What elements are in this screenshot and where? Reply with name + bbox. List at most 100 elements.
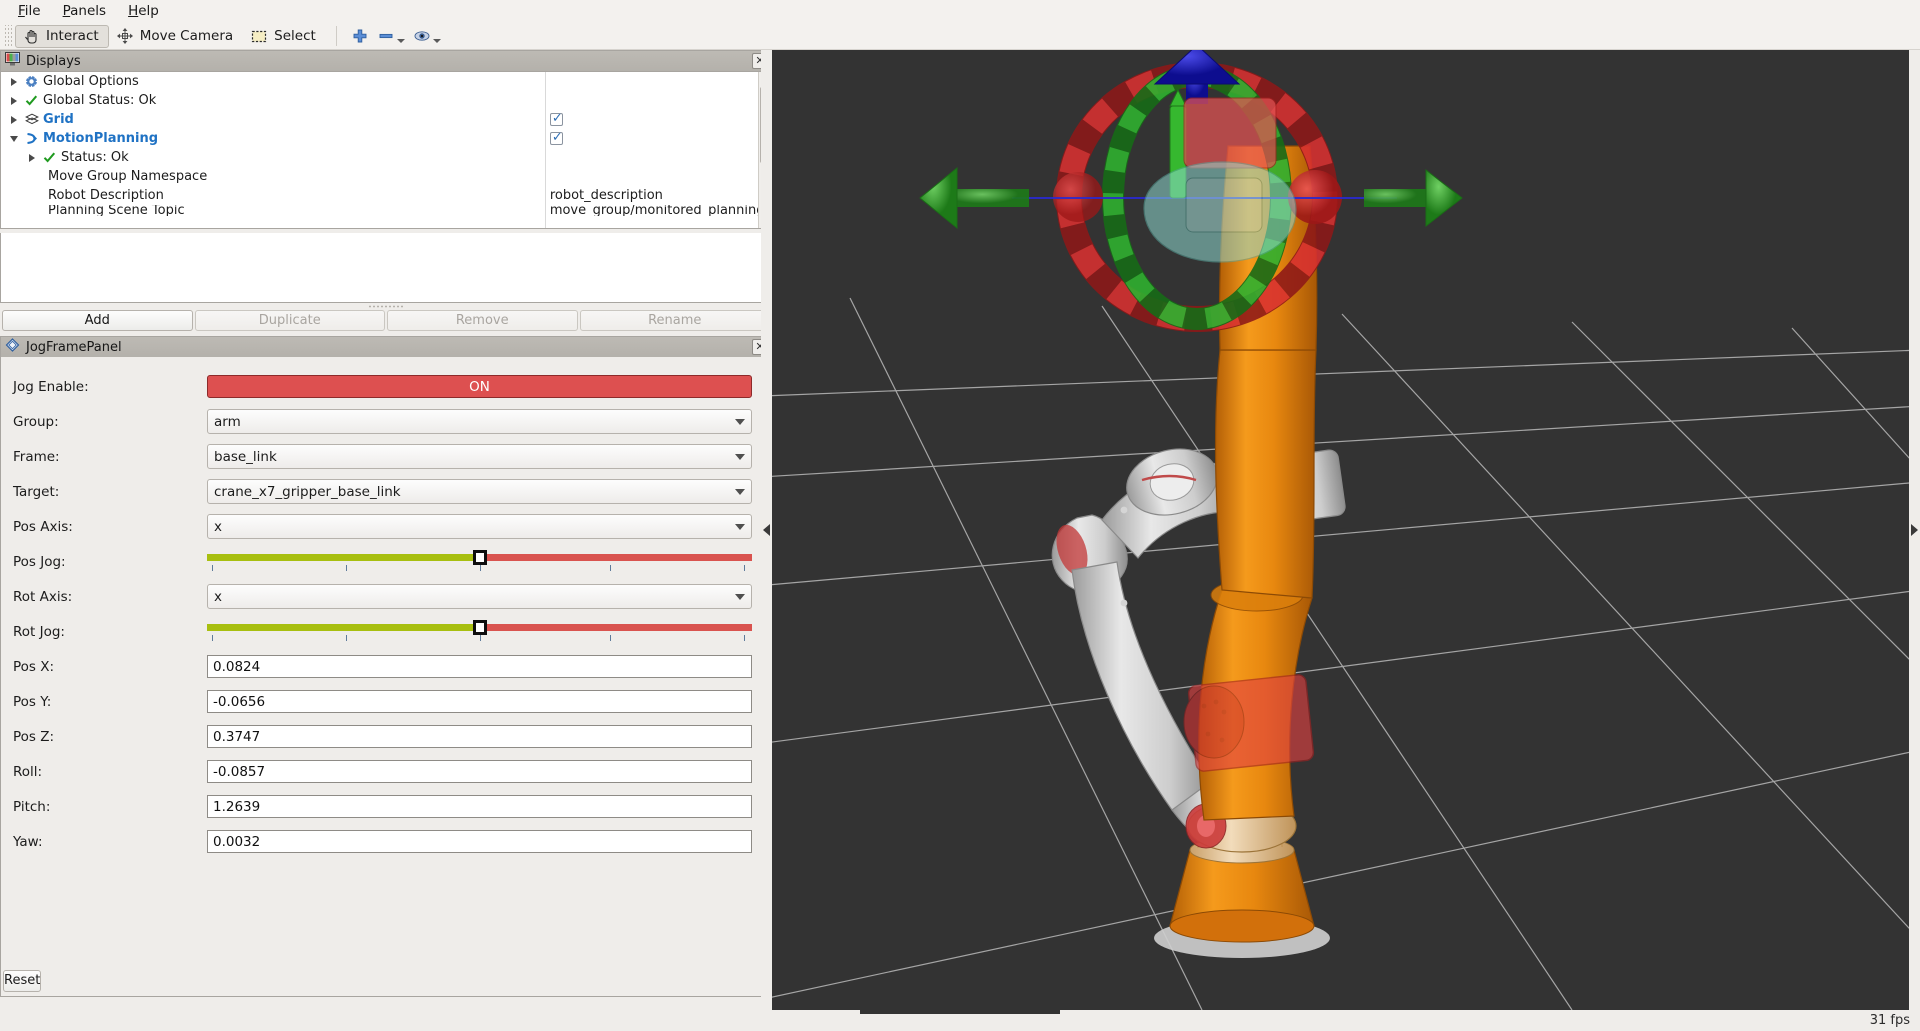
displays-splitter-handle[interactable] xyxy=(0,303,772,310)
expander-right-icon[interactable] xyxy=(23,153,41,162)
property-editor-area[interactable] xyxy=(0,233,772,303)
fps-counter: 31 fps xyxy=(1869,1013,1910,1028)
menu-help[interactable]: Help xyxy=(118,1,169,22)
3d-viewport[interactable] xyxy=(772,50,1920,1010)
displays-tree-values-column: robot_description move_group/monitored_p… xyxy=(546,72,771,228)
rename-display-button[interactable]: Rename xyxy=(579,310,770,331)
tree-row[interactable]: Robot Description xyxy=(1,186,545,205)
add-tool-button[interactable] xyxy=(347,25,373,47)
menu-file[interactable]: File xyxy=(8,1,51,22)
group-select-value: arm xyxy=(214,413,241,430)
tree-row-label: Status: Ok xyxy=(61,150,129,165)
remove-tool-chevron-down-icon[interactable] xyxy=(396,39,405,43)
field-row-pos-x: Pos X: 0.0824 xyxy=(9,649,763,684)
tree-row[interactable]: Planning Scene Topic xyxy=(1,205,545,216)
tree-row-value xyxy=(546,110,771,129)
robot-description-value: robot_description xyxy=(549,188,663,203)
pos-y-input[interactable]: -0.0656 xyxy=(207,690,752,713)
jogframe-panel-title: JogFramePanel xyxy=(26,339,122,355)
expander-right-icon[interactable] xyxy=(5,77,23,86)
left-dock: Displays ✕ Global Options Global Status:… xyxy=(0,50,772,1031)
main-toolbar: Interact Move Camera Select xyxy=(0,23,1920,50)
view-tool-chevron-down-icon[interactable] xyxy=(432,39,441,43)
tree-row[interactable]: Global Options xyxy=(1,72,545,91)
tool-move-camera-button[interactable]: Move Camera xyxy=(109,25,243,48)
menu-panels-rest: anels xyxy=(70,3,107,19)
pos-y-label: Pos Y: xyxy=(13,693,52,710)
reset-button[interactable]: Reset xyxy=(3,970,41,992)
tree-row-label: Global Status: Ok xyxy=(43,93,157,108)
roll-input[interactable]: -0.0857 xyxy=(207,760,752,783)
remove-display-button[interactable]: Remove xyxy=(387,310,578,331)
duplicate-display-button[interactable]: Duplicate xyxy=(194,310,385,331)
hand-cursor-icon xyxy=(22,27,40,45)
pos-jog-slider-thumb[interactable] xyxy=(472,549,487,565)
displays-tree[interactable]: Global Options Global Status: Ok Grid Mo… xyxy=(0,71,772,229)
toolbar-separator xyxy=(335,26,337,46)
tree-row[interactable]: Global Status: Ok xyxy=(1,91,545,110)
field-row-pos-y: Pos Y: -0.0656 xyxy=(9,684,763,719)
tree-row-value[interactable]: robot_description xyxy=(546,186,771,205)
field-row-yaw: Yaw: 0.0032 xyxy=(9,824,763,859)
right-dock-collapse-button[interactable] xyxy=(1909,50,1920,1010)
grid-enable-checkbox[interactable] xyxy=(549,111,563,126)
rot-jog-slider-thumb[interactable] xyxy=(472,619,487,635)
pos-axis-select[interactable]: x xyxy=(207,514,752,539)
tree-row-value xyxy=(546,148,771,167)
tool-select-button[interactable]: Select xyxy=(243,25,326,48)
displays-button-row: Add Duplicate Remove Rename xyxy=(0,310,772,331)
tree-row[interactable]: Status: Ok xyxy=(1,148,545,167)
tree-row[interactable]: MotionPlanning xyxy=(1,129,545,148)
tree-row-label: Robot Description xyxy=(48,188,164,203)
field-row-pitch: Pitch: 1.2639 xyxy=(9,789,763,824)
pos-jog-track-high xyxy=(479,553,752,561)
eye-icon xyxy=(413,27,431,45)
tree-row[interactable]: Grid xyxy=(1,110,545,129)
jog-enable-toggle-button[interactable]: ON xyxy=(207,375,752,398)
3d-scene xyxy=(772,50,1920,1010)
pos-z-label: Pos Z: xyxy=(13,728,55,745)
left-dock-collapse-button[interactable] xyxy=(761,50,772,1010)
pos-z-input[interactable]: 0.3747 xyxy=(207,725,752,748)
menu-panels[interactable]: Panels xyxy=(53,1,116,22)
tree-row-label: Global Options xyxy=(43,74,139,89)
pos-jog-slider[interactable] xyxy=(207,549,752,575)
gear-icon xyxy=(23,75,40,88)
view-tool-button[interactable] xyxy=(409,25,445,47)
jogframe-panel: JogFramePanel ✕ Jog Enable: ON Group: ar… xyxy=(0,336,772,997)
group-label: Group: xyxy=(13,413,59,430)
field-row-pos-axis: Pos Axis: x xyxy=(9,509,763,544)
expander-right-icon[interactable] xyxy=(5,96,23,105)
group-select[interactable]: arm xyxy=(207,409,752,434)
minus-icon xyxy=(377,27,395,45)
pos-x-label: Pos X: xyxy=(13,658,55,675)
pos-x-input[interactable]: 0.0824 xyxy=(207,655,752,678)
field-row-rot-axis: Rot Axis: x xyxy=(9,579,763,614)
motionplanning-enable-checkbox[interactable] xyxy=(549,130,563,145)
motionplanning-icon xyxy=(23,132,40,145)
tool-interact-button[interactable]: Interact xyxy=(15,24,109,48)
diamond-icon xyxy=(5,338,20,356)
frame-label: Frame: xyxy=(13,448,60,465)
tool-interact-label: Interact xyxy=(46,28,99,44)
yaw-input[interactable]: 0.0032 xyxy=(207,830,752,853)
tree-row[interactable]: Move Group Namespace xyxy=(1,167,545,186)
chevron-down-icon xyxy=(735,593,745,600)
collision-box xyxy=(1183,674,1315,772)
frame-select[interactable]: base_link xyxy=(207,444,752,469)
rot-jog-track-high xyxy=(479,623,752,631)
add-display-button[interactable]: Add xyxy=(2,310,193,331)
field-row-group: Group: arm xyxy=(9,404,763,439)
rot-jog-slider[interactable] xyxy=(207,619,752,645)
field-row-pos-z: Pos Z: 0.3747 xyxy=(9,719,763,754)
rot-axis-select[interactable]: x xyxy=(207,584,752,609)
tree-row-value[interactable]: move_group/monitored_planning_ xyxy=(546,205,771,216)
yaw-label: Yaw: xyxy=(13,833,43,850)
expander-down-icon[interactable] xyxy=(5,135,23,142)
toolbar-drag-handle[interactable] xyxy=(3,25,12,47)
target-select[interactable]: crane_x7_gripper_base_link xyxy=(207,479,752,504)
pitch-input[interactable]: 1.2639 xyxy=(207,795,752,818)
pos-jog-track-low xyxy=(207,553,480,561)
expander-right-icon[interactable] xyxy=(5,115,23,124)
remove-tool-button[interactable] xyxy=(373,25,409,47)
